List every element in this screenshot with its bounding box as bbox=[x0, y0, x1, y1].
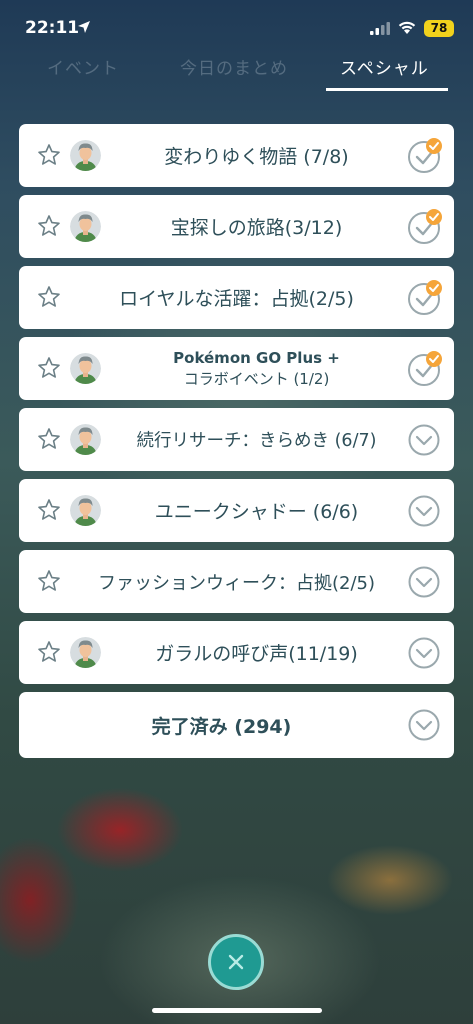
research-card[interactable]: 宝探しの旅路(3/12) bbox=[19, 195, 454, 258]
research-title: ガラルの呼び声(11/19) bbox=[155, 643, 358, 665]
research-title-line2: コラボイベント (1/2) bbox=[183, 369, 330, 388]
star-icon[interactable] bbox=[37, 569, 61, 593]
tab-bar: イベント 今日のまとめ スペシャル bbox=[0, 52, 473, 92]
professor-avatar bbox=[70, 353, 101, 384]
research-title: 変わりゆく物語 (7/8) bbox=[164, 146, 349, 168]
professor-avatar bbox=[70, 495, 101, 526]
completed-title: 完了済み (294) bbox=[151, 715, 292, 738]
star-icon[interactable] bbox=[37, 143, 61, 167]
research-card[interactable]: ガラルの呼び声(11/19) bbox=[19, 621, 454, 684]
research-card[interactable]: ファッションウィーク：占拠(2/5) bbox=[19, 550, 454, 613]
cellular-signal-icon bbox=[370, 22, 390, 35]
chevron-down-icon[interactable] bbox=[408, 566, 440, 598]
check-icon[interactable] bbox=[407, 208, 443, 246]
chevron-down-icon[interactable] bbox=[408, 709, 440, 741]
professor-avatar bbox=[70, 637, 101, 668]
research-card[interactable]: ロイヤルな活躍：占拠(2/5) bbox=[19, 266, 454, 329]
star-icon[interactable] bbox=[37, 285, 61, 309]
check-icon[interactable] bbox=[407, 350, 443, 388]
research-title: Pokémon GO Plus + コラボイベント (1/2) bbox=[109, 337, 404, 400]
chevron-down-icon[interactable] bbox=[408, 637, 440, 669]
star-icon[interactable] bbox=[37, 640, 61, 664]
status-bar: 22:11 78 bbox=[0, 0, 473, 50]
research-title: ユニークシャドー (6/6) bbox=[154, 501, 359, 523]
battery-indicator: 78 bbox=[424, 20, 454, 37]
research-title: ファッションウィーク：占拠(2/5) bbox=[97, 572, 375, 594]
chevron-down-icon[interactable] bbox=[408, 495, 440, 527]
research-title: 続行リサーチ：きらめき (6/7) bbox=[136, 431, 377, 451]
chevron-down-icon[interactable] bbox=[408, 424, 440, 456]
professor-avatar bbox=[70, 211, 101, 242]
home-indicator[interactable] bbox=[152, 1008, 322, 1013]
research-title: ロイヤルな活躍：占拠(2/5) bbox=[119, 288, 354, 310]
research-card[interactable]: 続行リサーチ：きらめき (6/7) bbox=[19, 408, 454, 471]
professor-avatar bbox=[70, 424, 101, 455]
status-time: 22:11 bbox=[25, 18, 80, 38]
tab-today-summary[interactable]: 今日のまとめ bbox=[180, 54, 288, 79]
completed-research-card[interactable]: 完了済み (294) bbox=[19, 692, 454, 758]
active-tab-indicator bbox=[326, 88, 448, 91]
research-card[interactable]: ユニークシャドー (6/6) bbox=[19, 479, 454, 542]
star-icon[interactable] bbox=[37, 427, 61, 451]
wifi-icon bbox=[398, 21, 416, 34]
research-title-line1: Pokémon GO Plus + bbox=[173, 348, 340, 367]
star-icon[interactable] bbox=[37, 356, 61, 380]
research-title: 宝探しの旅路(3/12) bbox=[170, 217, 343, 239]
location-arrow-icon bbox=[78, 21, 90, 33]
tab-special[interactable]: スペシャル bbox=[340, 54, 429, 79]
check-icon[interactable] bbox=[407, 279, 443, 317]
research-card[interactable]: 変わりゆく物語 (7/8) bbox=[19, 124, 454, 187]
star-icon[interactable] bbox=[37, 214, 61, 238]
close-icon bbox=[228, 954, 244, 970]
star-icon[interactable] bbox=[37, 498, 61, 522]
professor-avatar bbox=[70, 140, 101, 171]
close-button[interactable] bbox=[208, 934, 264, 990]
tab-events[interactable]: イベント bbox=[47, 54, 119, 79]
check-icon[interactable] bbox=[407, 137, 443, 175]
research-card[interactable]: Pokémon GO Plus + コラボイベント (1/2) bbox=[19, 337, 454, 400]
